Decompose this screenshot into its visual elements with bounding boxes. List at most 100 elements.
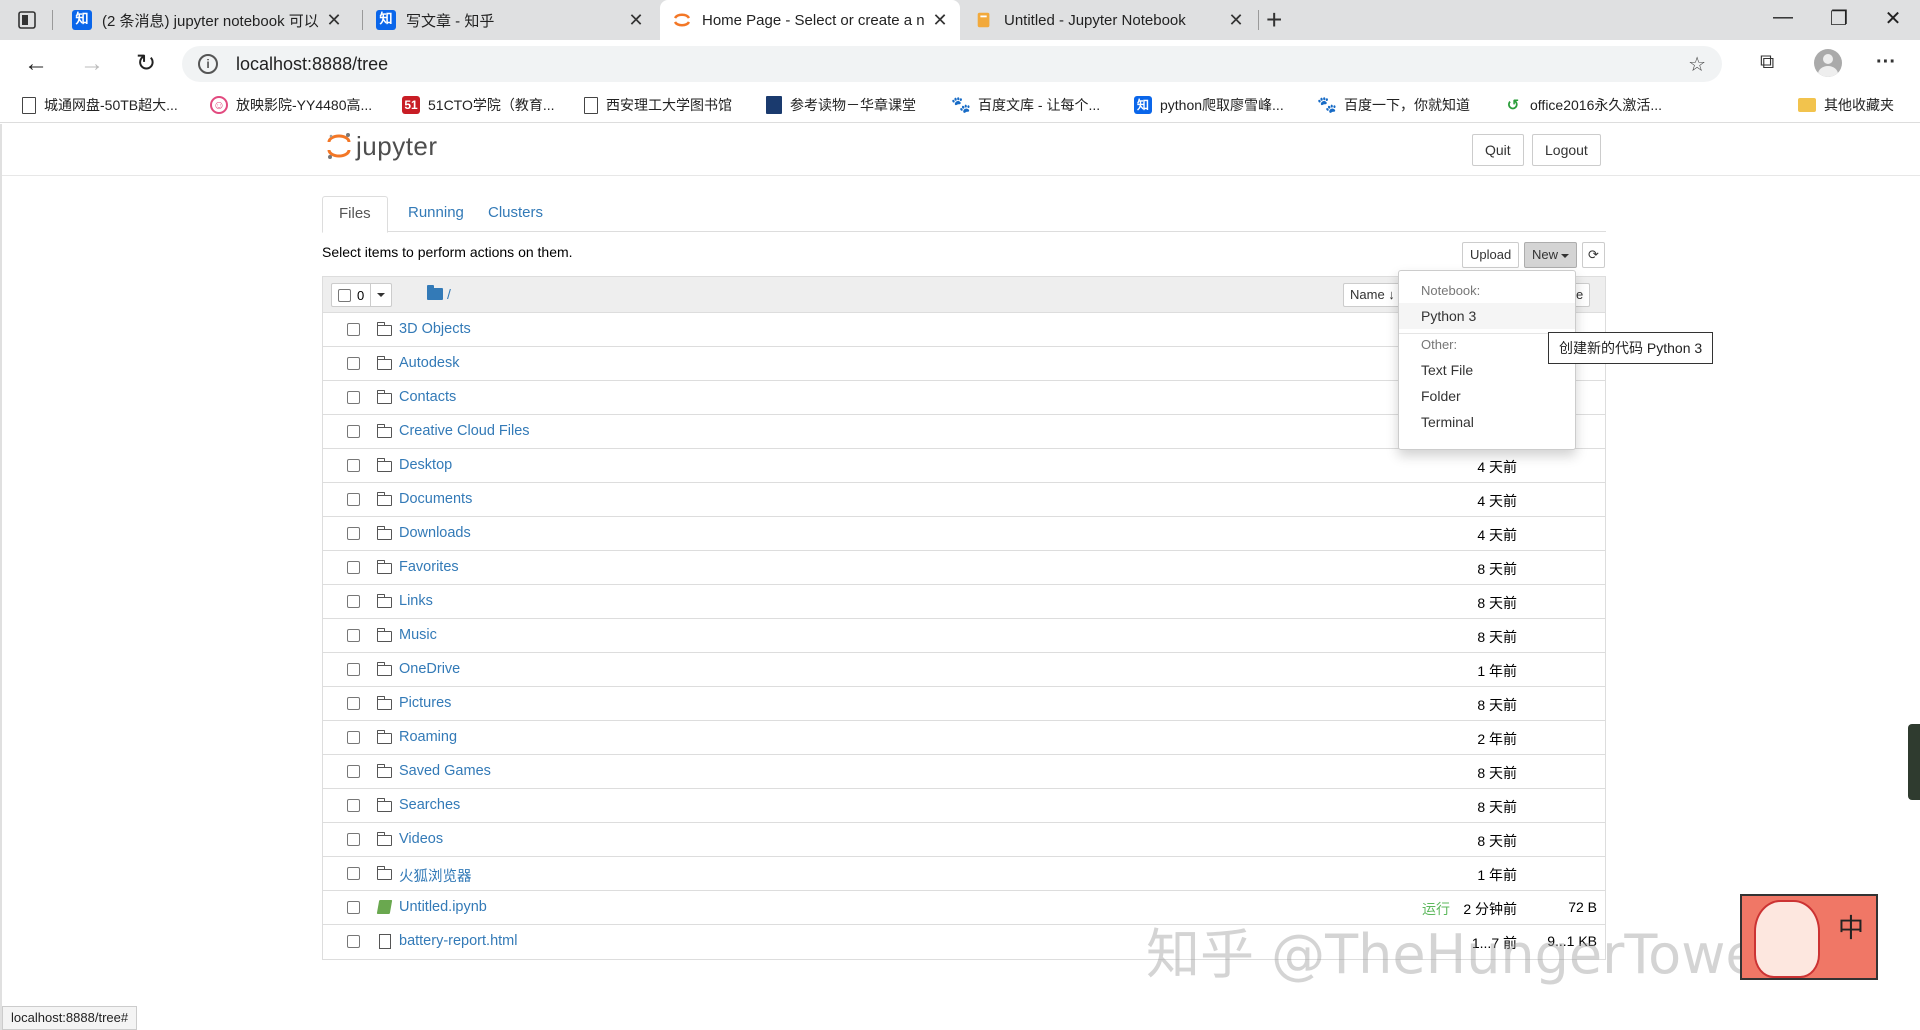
- tab-actions-icon[interactable]: [16, 9, 38, 31]
- reload-icon[interactable]: ↻: [132, 50, 160, 78]
- jupyter-logo[interactable]: jupyter: [326, 130, 438, 162]
- file-name-link[interactable]: 3D Objects: [399, 321, 471, 337]
- file-row[interactable]: Roaming 2 年前: [323, 721, 1605, 755]
- file-name-link[interactable]: Contacts: [399, 389, 456, 405]
- select-all-group[interactable]: 0: [331, 283, 393, 307]
- add-favorite-star-icon[interactable]: ☆: [1688, 52, 1706, 77]
- row-checkbox[interactable]: [347, 561, 360, 574]
- tab-running[interactable]: Running: [392, 196, 480, 232]
- row-checkbox[interactable]: [347, 697, 360, 710]
- side-panel-handle[interactable]: [1908, 724, 1920, 800]
- browser-tab-zhihu-write[interactable]: 知 写文章 - 知乎 ✕: [364, 0, 656, 40]
- file-row[interactable]: Desktop 4 天前: [323, 449, 1605, 483]
- file-row[interactable]: Saved Games 8 天前: [323, 755, 1605, 789]
- restore-icon[interactable]: ❐: [1824, 6, 1854, 31]
- file-name-link[interactable]: Downloads: [399, 525, 471, 541]
- browser-tab-jupyter-home[interactable]: Home Page - Select or create a n ✕: [660, 0, 960, 40]
- row-checkbox[interactable]: [347, 731, 360, 744]
- row-checkbox[interactable]: [347, 629, 360, 642]
- back-arrow-icon[interactable]: ←: [22, 50, 50, 78]
- logout-button[interactable]: Logout: [1532, 134, 1601, 166]
- minimize-icon[interactable]: —: [1768, 6, 1798, 29]
- row-checkbox[interactable]: [347, 867, 360, 880]
- file-row[interactable]: Downloads 4 天前: [323, 517, 1605, 551]
- row-checkbox[interactable]: [347, 901, 360, 914]
- file-name-link[interactable]: Searches: [399, 797, 460, 813]
- file-name-link[interactable]: Favorites: [399, 559, 459, 575]
- tab-close-icon[interactable]: ✕: [930, 10, 950, 31]
- row-checkbox[interactable]: [347, 527, 360, 540]
- address-bar[interactable]: i localhost:8888/tree ☆: [182, 46, 1722, 82]
- selection-caret-icon[interactable]: [377, 293, 386, 297]
- file-row[interactable]: Links 8 天前: [323, 585, 1605, 619]
- bookmark-item[interactable]: 参考读物－华章课堂: [766, 95, 916, 115]
- file-name-link[interactable]: battery-report.html: [399, 933, 517, 949]
- window-close-icon[interactable]: ✕: [1878, 6, 1908, 31]
- row-checkbox[interactable]: [347, 391, 360, 404]
- breadcrumb-root[interactable]: /: [447, 286, 451, 302]
- bookmark-item[interactable]: 知 python爬取廖雪峰...: [1134, 95, 1284, 115]
- url-text[interactable]: localhost:8888/tree: [236, 54, 388, 75]
- new-python3-item[interactable]: Python 3: [1399, 303, 1575, 329]
- refresh-button[interactable]: ⟳: [1582, 242, 1605, 268]
- row-checkbox[interactable]: [347, 765, 360, 778]
- upload-button[interactable]: Upload: [1462, 242, 1520, 268]
- row-checkbox[interactable]: [347, 833, 360, 846]
- file-name-link[interactable]: Autodesk: [399, 355, 459, 371]
- new-tab-plus-icon[interactable]: +: [1266, 4, 1282, 36]
- row-checkbox[interactable]: [347, 935, 360, 948]
- file-row[interactable]: Documents 4 天前: [323, 483, 1605, 517]
- file-row[interactable]: Music 8 天前: [323, 619, 1605, 653]
- file-row[interactable]: 火狐浏览器 1 年前: [323, 857, 1605, 891]
- file-name-link[interactable]: Untitled.ipynb: [399, 899, 487, 915]
- other-favorites[interactable]: 其他收藏夹: [1798, 95, 1894, 115]
- file-name-link[interactable]: Desktop: [399, 457, 452, 473]
- row-checkbox[interactable]: [347, 663, 360, 676]
- bookmark-item[interactable]: 51 51CTO学院（教育...: [402, 95, 555, 115]
- bookmark-item[interactable]: 🐾 百度文库 - 让每个...: [951, 95, 1100, 115]
- file-name-link[interactable]: Roaming: [399, 729, 457, 745]
- forward-arrow-icon[interactable]: →: [78, 50, 106, 78]
- file-row[interactable]: Favorites 8 天前: [323, 551, 1605, 585]
- browser-tab-untitled-notebook[interactable]: Untitled - Jupyter Notebook ✕: [962, 0, 1256, 40]
- select-all-checkbox[interactable]: [338, 288, 351, 302]
- sort-by-name-button[interactable]: Name ↓: [1343, 283, 1402, 307]
- file-row[interactable]: Searches 8 天前: [323, 789, 1605, 823]
- row-checkbox[interactable]: [347, 459, 360, 472]
- file-name-link[interactable]: Music: [399, 627, 437, 643]
- row-checkbox[interactable]: [347, 323, 360, 336]
- quit-button[interactable]: Quit: [1472, 134, 1524, 166]
- tab-close-icon[interactable]: ✕: [626, 10, 646, 31]
- file-name-link[interactable]: Pictures: [399, 695, 451, 711]
- bookmark-item[interactable]: 城通网盘-50TB超大...: [22, 95, 178, 115]
- file-name-link[interactable]: 火狐浏览器: [399, 865, 472, 886]
- row-checkbox[interactable]: [347, 425, 360, 438]
- file-name-link[interactable]: Saved Games: [399, 763, 491, 779]
- new-folder-item[interactable]: Folder: [1399, 383, 1575, 409]
- row-checkbox[interactable]: [347, 357, 360, 370]
- tab-close-icon[interactable]: ✕: [324, 10, 344, 31]
- bookmark-item[interactable]: ↺ office2016永久激活...: [1504, 95, 1662, 115]
- bookmark-item[interactable]: ☺ 放映影院-YY4480高...: [210, 95, 372, 115]
- profile-avatar-icon[interactable]: [1814, 49, 1842, 77]
- tab-close-icon[interactable]: ✕: [1226, 10, 1246, 31]
- file-row[interactable]: Videos 8 天前: [323, 823, 1605, 857]
- row-checkbox[interactable]: [347, 595, 360, 608]
- collections-icon[interactable]: ⧉: [1760, 51, 1774, 74]
- file-row[interactable]: OneDrive 1 年前: [323, 653, 1605, 687]
- bookmark-item[interactable]: 🐾 百度一下，你就知道: [1317, 95, 1470, 115]
- new-dropdown-button[interactable]: New: [1524, 242, 1578, 268]
- file-name-link[interactable]: Videos: [399, 831, 443, 847]
- breadcrumb[interactable]: /: [427, 285, 451, 302]
- browser-tab-zhihu-article[interactable]: 知 (2 条消息) jupyter notebook 可以 ✕: [60, 0, 354, 40]
- file-name-link[interactable]: OneDrive: [399, 661, 460, 677]
- file-row[interactable]: Pictures 8 天前: [323, 687, 1605, 721]
- file-name-link[interactable]: Creative Cloud Files: [399, 423, 530, 439]
- tab-clusters[interactable]: Clusters: [472, 196, 559, 232]
- more-menu-icon[interactable]: ···: [1876, 51, 1896, 74]
- file-name-link[interactable]: Links: [399, 593, 433, 609]
- new-terminal-item[interactable]: Terminal: [1399, 409, 1575, 435]
- row-checkbox[interactable]: [347, 493, 360, 506]
- row-checkbox[interactable]: [347, 799, 360, 812]
- site-info-icon[interactable]: i: [198, 54, 218, 74]
